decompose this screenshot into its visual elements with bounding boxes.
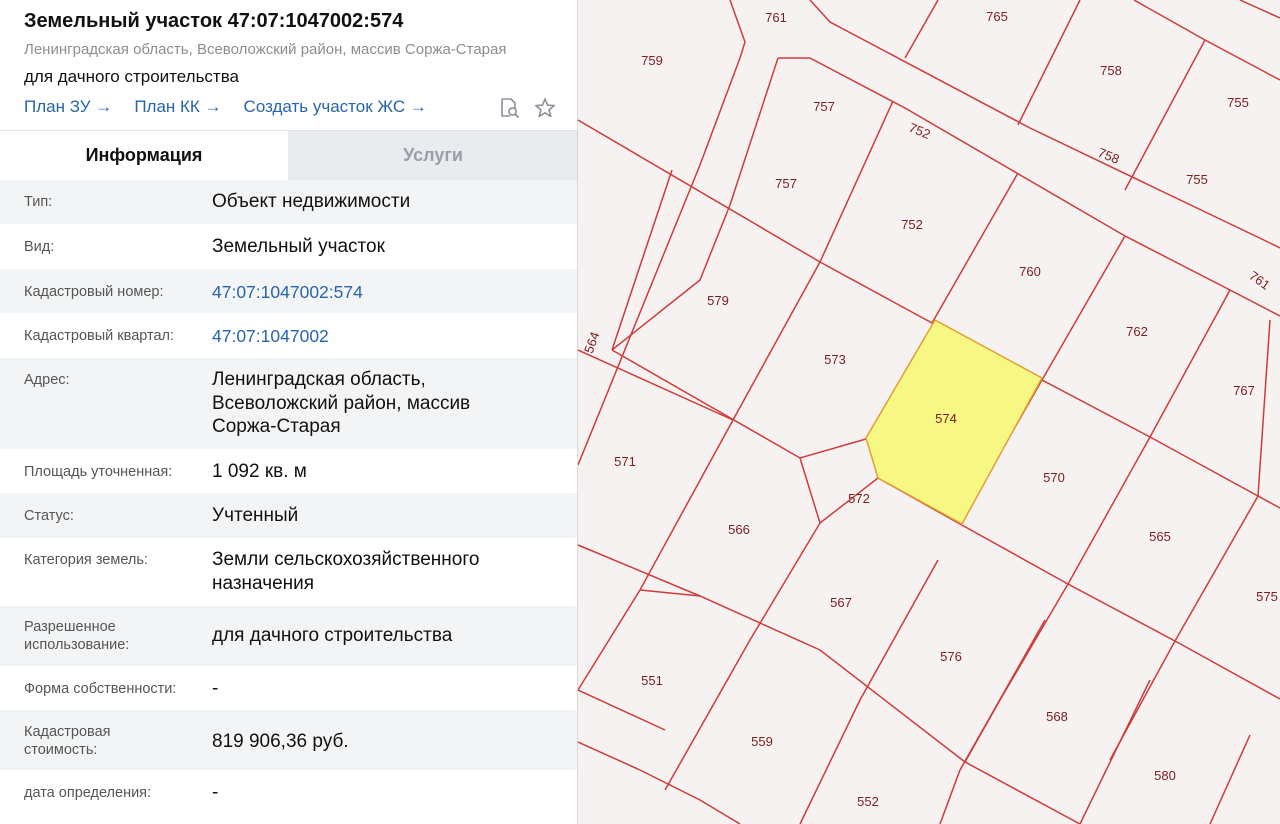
cadastral-number-link[interactable]: 47:07:1047002:574 [212,280,363,304]
row-address: Адрес: Ленинградская область, Всеволожск… [0,358,577,449]
row-label: Форма собственности: [24,681,177,697]
row-status: Статус: Учтенный [0,493,577,538]
row-value: Земельный участок [212,236,385,257]
plot-label-574: 574 [935,411,957,426]
plot-label-570: 570 [1043,470,1065,485]
plan-zu-link[interactable]: План ЗУ → [24,97,112,119]
plot-label-567: 567 [830,595,852,610]
cadastral-map[interactable]: 761 765 759 758 755 757 752 757 758 755 752 760 761 5… [578,0,1280,824]
row-value: для дачного строительства [212,625,453,646]
plot-label-752: 752 [901,217,923,232]
row-label: использование: [24,637,130,653]
row-land-category: Категория земель: Земли сельскохозяйстве… [0,538,577,606]
row-cadastral-quarter: Кадастровый квартал: 47:07:1047002 [0,313,577,358]
row-label: Статус: [24,508,74,524]
plot-label-566: 566 [728,522,750,537]
plot-label-572: 572 [848,491,870,506]
row-label: Кадастровый квартал: [24,328,175,344]
row-value: - [212,782,219,803]
plot-label-758: 758 [1096,145,1122,167]
tab-information[interactable]: Информация [0,131,288,180]
row-value: Учтенный [212,505,299,526]
row-label: Тип: [24,194,53,210]
row-label: Адрес: [24,372,70,388]
address-line: Ленинградская область, [212,369,426,390]
plot-label-757: 757 [813,99,835,114]
address-line: Всеволожский район, массив [212,393,471,414]
plot-label-759: 759 [641,53,663,68]
plot-label-579: 579 [707,293,729,308]
row-permitted-use: Разрешенное использование: для дачного с… [0,606,577,666]
row-label: Вид: [24,239,55,255]
header-actions [496,95,558,121]
row-type: Тип: Объект недвижимости [0,180,577,224]
plot-label-571: 571 [614,454,636,469]
row-value: 1 092 кв. м [212,461,307,482]
row-label: Разрешенное [24,619,116,635]
row-cadastral-number: Кадастровый номер: 47:07:1047002:574 [0,269,577,313]
address-line: Соржа-Старая [212,416,341,437]
plot-label-762: 762 [1126,324,1148,339]
plot-label-755: 755 [1186,172,1208,187]
row-label: стоимость: [24,742,98,758]
plot-label-565: 565 [1149,529,1171,544]
plot-label-573: 573 [824,352,846,367]
land-category-line: Земли сельскохозяйственного [212,549,480,570]
create-plot-link[interactable]: Создать участок ЖС → [244,97,427,119]
row-label: Кадастровая [24,724,111,740]
row-label: дата определения: [24,785,152,801]
links-bar: План ЗУ → План КК → Создать участок ЖС → [24,97,427,119]
plan-kk-link[interactable]: План КК → [134,97,221,119]
row-value: - [212,678,219,699]
map-canvas[interactable]: 761 765 759 758 755 757 752 757 758 755 752 760 761 5… [578,0,1280,824]
plot-label-765: 765 [986,9,1008,24]
page-title: Земельный участок 47:07:1047002:574 [24,10,404,32]
row-value: 819 906,36 руб. [212,731,349,752]
row-label: Площадь уточненная: [24,464,173,480]
plot-label-568: 568 [1046,709,1068,724]
plot-label-755: 755 [1227,95,1249,110]
row-label: Категория земель: [24,552,148,568]
row-ownership: Форма собственности: - [0,666,577,710]
plot-label-575: 575 [1256,589,1278,604]
tab-services[interactable]: Услуги [288,131,577,180]
row-valuation-date: дата определения: - [0,770,577,816]
plot-label-761: 761 [765,10,787,25]
plot-label-551: 551 [641,673,663,688]
document-search-icon[interactable] [496,95,522,121]
plot-label-580: 580 [1154,768,1176,783]
plot-label-761: 761 [1246,268,1272,293]
tab-bar: Информация Услуги [0,130,577,180]
row-cadastral-value: Кадастровая стоимость: 819 906,36 руб. [0,710,577,770]
plot-label-757: 757 [775,176,797,191]
plot-label-752: 752 [907,120,933,142]
plot-label-559: 559 [751,734,773,749]
row-value: Объект недвижимости [212,191,411,212]
row-kind: Вид: Земельный участок [0,224,577,269]
cadastral-quarter-link[interactable]: 47:07:1047002 [212,324,329,348]
plot-label-552: 552 [857,794,879,809]
plot-label-767: 767 [1233,383,1255,398]
row-label: Кадастровый номер: [24,284,164,300]
plot-label-576: 576 [940,649,962,664]
plot-label-760: 760 [1019,264,1041,279]
address-subtitle: Ленинградская область, Всеволожский райо… [24,41,507,58]
star-icon[interactable] [532,95,558,121]
info-table: Тип: Объект недвижимости Вид: Земельный … [0,180,577,816]
land-category-line: назначения [212,573,315,594]
plot-label-564: 564 [581,330,603,356]
row-area: Площадь уточненная: 1 092 кв. м [0,449,577,493]
info-panel: Земельный участок 47:07:1047002:574 Лени… [0,0,578,824]
purpose-text: для дачного строительства [24,67,240,86]
plot-label-758: 758 [1100,63,1122,78]
